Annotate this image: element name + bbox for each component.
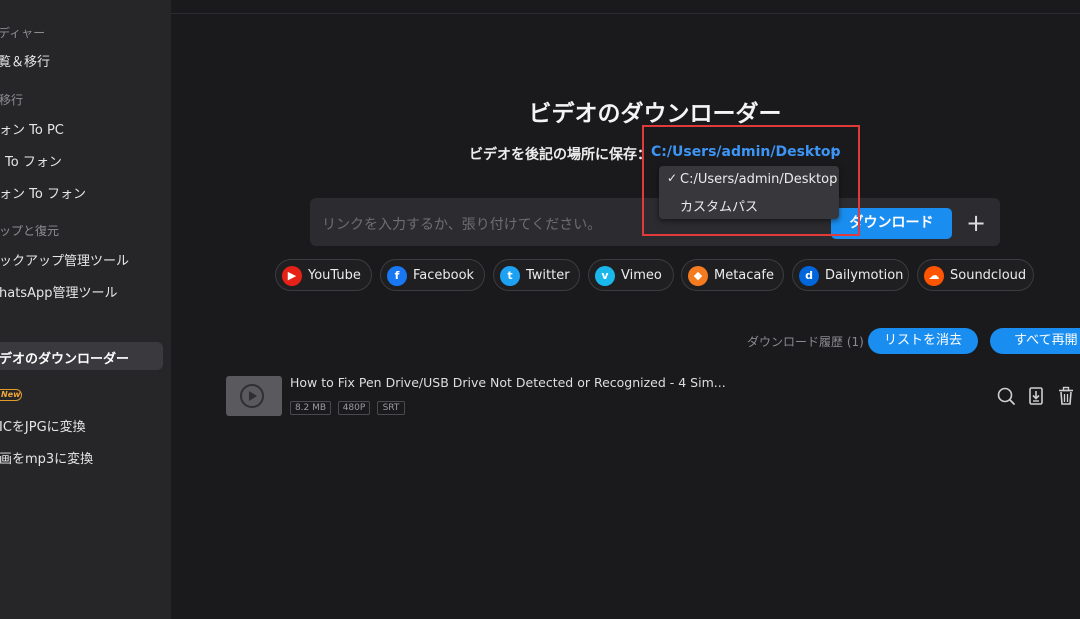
chip-label: Vimeo: [621, 268, 662, 283]
search-icon[interactable]: [995, 385, 1017, 407]
platform-chip-dailymotion[interactable]: d Dailymotion: [792, 259, 909, 291]
sidebar-item-backup-manager[interactable]: ックアップ管理ツール: [0, 250, 129, 269]
chip-label: Facebook: [413, 268, 475, 283]
soundcloud-icon: ☁: [924, 266, 944, 286]
platform-chip-vimeo[interactable]: v Vimeo: [588, 259, 674, 291]
sidebar-item-to-phone[interactable]: To フォン: [5, 151, 62, 170]
highlight-box: [642, 125, 860, 236]
quality-tag: 480P: [338, 401, 370, 415]
chip-label: Twitter: [526, 268, 570, 283]
vimeo-icon: v: [595, 266, 615, 286]
sidebar-item-video-downloader[interactable]: デオのダウンローダー: [0, 348, 129, 367]
twitter-icon: t: [500, 266, 520, 286]
sidebar-item-video-to-mp3[interactable]: 画をmp3に変換: [0, 448, 93, 467]
dailymotion-icon: d: [799, 266, 819, 286]
page-title: ビデオのダウンローダー: [528, 101, 782, 127]
platform-chip-metacafe[interactable]: ◆ Metacafe: [681, 259, 784, 291]
url-input[interactable]: リンクを入力するか、張り付けてください。: [322, 214, 601, 234]
sidebar-item-heic-to-jpg[interactable]: ICをJPGに変換: [0, 416, 86, 435]
chip-label: Metacafe: [714, 268, 774, 283]
platform-chip-facebook[interactable]: f Facebook: [380, 259, 485, 291]
chip-label: Soundcloud: [950, 268, 1027, 283]
metacafe-icon: ◆: [688, 266, 708, 286]
subtitle-tag: SRT: [377, 401, 405, 415]
platform-chip-soundcloud[interactable]: ☁ Soundcloud: [917, 259, 1034, 291]
trash-icon[interactable]: [1055, 385, 1077, 407]
clear-list-button[interactable]: リストを消去: [868, 328, 978, 354]
youtube-icon: ▶: [282, 266, 302, 286]
facebook-icon: f: [387, 266, 407, 286]
sidebar-section-label: ディャー: [0, 26, 46, 40]
add-icon[interactable]: +: [964, 209, 988, 237]
video-title: How to Fix Pen Drive/USB Drive Not Detec…: [290, 375, 726, 390]
platform-chip-youtube[interactable]: ▶ YouTube: [275, 259, 372, 291]
sidebar: ディャー 覧＆移行 移行 ォン To PC To フォン ォン To フォン ッ…: [0, 0, 171, 619]
play-icon: [240, 384, 264, 408]
save-location-label: ビデオを後記の場所に保存：: [469, 147, 651, 163]
open-folder-icon[interactable]: [1025, 385, 1047, 407]
file-size-tag: 8.2 MB: [290, 401, 331, 415]
sidebar-item-phone-to-phone[interactable]: ォン To フォン: [0, 183, 86, 202]
sidebar-item-browse-transfer[interactable]: 覧＆移行: [0, 51, 50, 70]
chip-label: YouTube: [308, 268, 361, 283]
platform-chip-twitter[interactable]: t Twitter: [493, 259, 580, 291]
chip-label: Dailymotion: [825, 268, 904, 283]
top-divider: [171, 13, 1080, 14]
download-history-label: ダウンロード履歴 (1): [747, 335, 864, 349]
video-thumbnail[interactable]: [226, 376, 282, 416]
resume-all-button[interactable]: すべて再開: [990, 328, 1080, 354]
sidebar-section-label: ップと復元: [0, 224, 60, 238]
sidebar-item-whatsapp-manager[interactable]: hatsApp管理ツール: [0, 282, 117, 301]
new-badge: New: [0, 389, 22, 401]
